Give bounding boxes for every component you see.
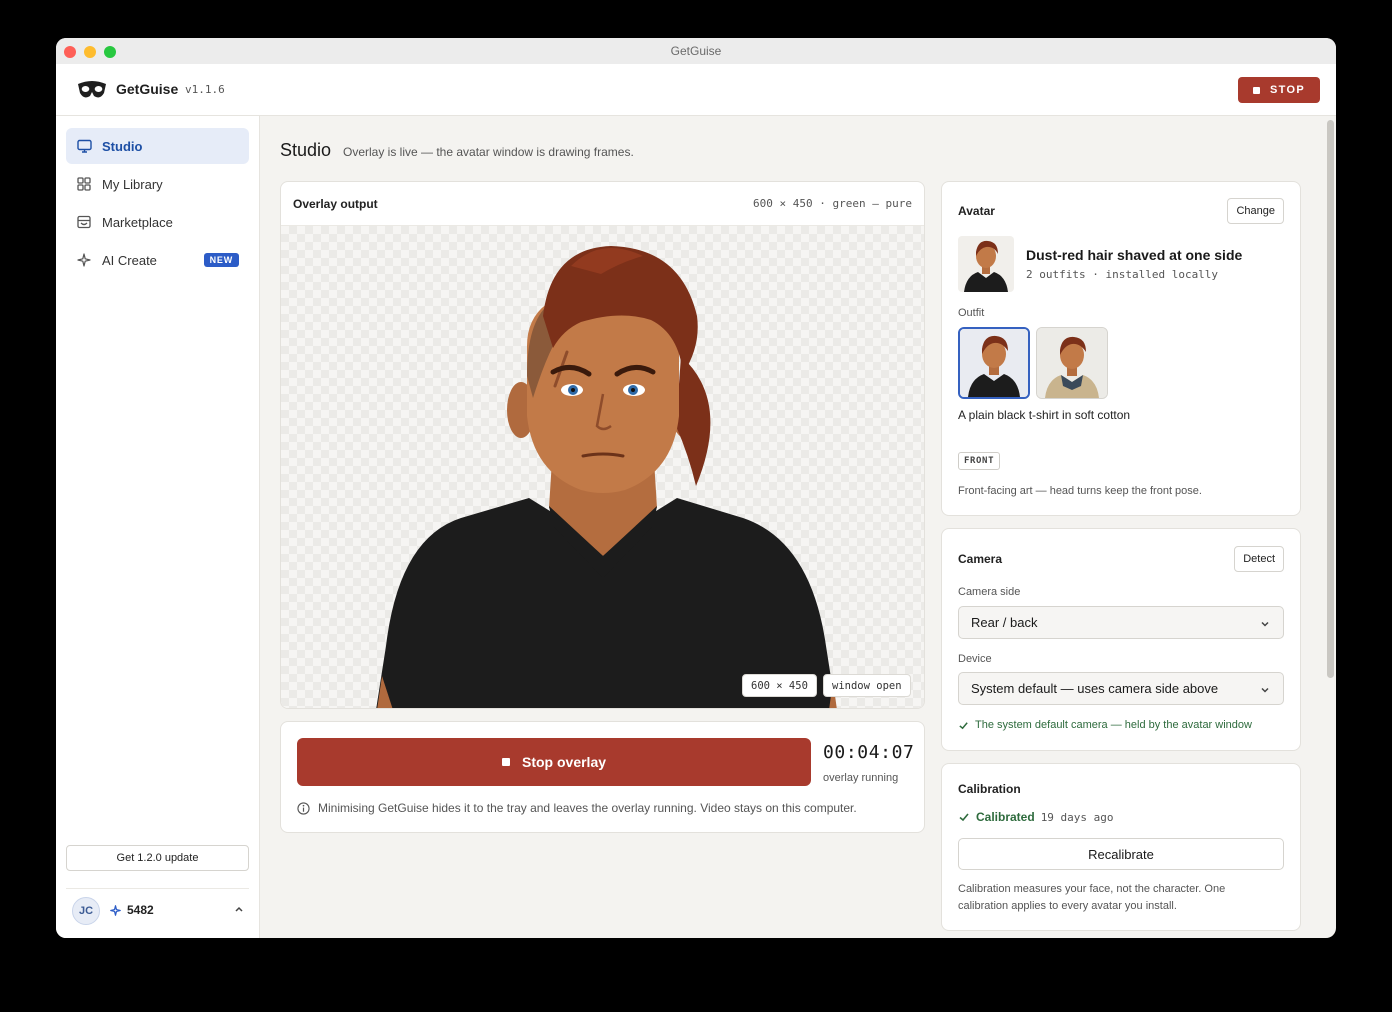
stop-button[interactable]: STOP xyxy=(1238,77,1320,103)
calibration-age: 19 days ago xyxy=(1040,810,1114,824)
camera-side-select[interactable]: Rear / back xyxy=(958,606,1284,639)
page-title: Studio xyxy=(280,140,332,160)
overlay-info-text: Minimising GetGuise hides it to the tray… xyxy=(318,801,857,815)
calibration-status: Calibrated 19 days ago xyxy=(958,810,1114,824)
close-window-button[interactable] xyxy=(64,46,76,58)
camera-status: The system default camera — held by the … xyxy=(958,719,1252,731)
camera-status-text: The system default camera — held by the … xyxy=(975,719,1252,731)
grid-icon xyxy=(76,176,92,192)
camera-heading: Camera xyxy=(958,552,1003,566)
stop-overlay-label: Stop overlay xyxy=(521,754,607,770)
mask-logo-icon xyxy=(78,81,106,98)
credits-sparkle-icon xyxy=(110,904,121,916)
title-bar: GetGuise xyxy=(56,38,1336,64)
overlay-preview: 600 × 450 window open xyxy=(281,226,924,708)
check-icon xyxy=(959,721,968,729)
device-label: Device xyxy=(958,653,992,665)
avatar-card: Avatar Change Dust-red hair shaved at on… xyxy=(941,181,1301,516)
overlay-control-card: Stop overlay 00:04:07 overlay running Mi… xyxy=(280,721,925,833)
app-header: GetGuise v1.1.6 STOP xyxy=(56,64,1336,116)
outfit-option-alt[interactable] xyxy=(1036,327,1108,399)
credits-value: 5482 xyxy=(127,903,154,917)
camera-device-select[interactable]: System default — uses camera side above xyxy=(958,672,1284,705)
camera-device-value: System default — uses camera side above xyxy=(971,681,1219,696)
calibration-heading: Calibration xyxy=(958,782,1021,796)
sidebar: Studio My Library Marketplace AI Create … xyxy=(56,116,260,938)
main-content: Studio Overlay is live — the avatar wind… xyxy=(260,116,1336,938)
minimize-window-button[interactable] xyxy=(84,46,96,58)
window-status-tag: window open xyxy=(823,674,911,697)
pose-tag: FRONT xyxy=(958,452,1001,470)
window-title: GetGuise xyxy=(670,44,722,58)
calibration-note: Calibration measures your face, not the … xyxy=(958,883,1226,912)
outfit-description: A plain black t-shirt in soft cotton xyxy=(958,408,1131,422)
credits-balance: 5482 xyxy=(110,903,154,917)
calibration-status-text: Calibrated xyxy=(976,810,1035,824)
detect-camera-button[interactable]: Detect xyxy=(1234,546,1284,572)
stop-square-icon xyxy=(501,758,510,766)
overlay-output-card: Overlay output 600 × 450 · green — pure xyxy=(280,181,925,709)
sidebar-item-ai-create[interactable]: AI Create NEW xyxy=(66,242,249,278)
avatar: JC xyxy=(72,897,100,925)
avatar-heading: Avatar xyxy=(958,204,995,218)
chevron-up-icon xyxy=(235,906,243,912)
sidebar-item-marketplace[interactable]: Marketplace xyxy=(66,204,249,240)
sidebar-item-my-library[interactable]: My Library xyxy=(66,166,249,202)
overlay-output-header: Overlay output 600 × 450 · green — pure xyxy=(281,182,924,226)
get-update-button[interactable]: Get 1.2.0 update xyxy=(66,845,249,871)
outfit-label: Outfit xyxy=(958,307,985,319)
sidebar-item-label: Studio xyxy=(102,138,143,154)
sparkle-icon xyxy=(76,252,92,268)
stop-square-icon xyxy=(1253,86,1261,94)
overlay-info-note: Minimising GetGuise hides it to the tray… xyxy=(297,801,857,815)
pose-description: Front-facing art — head turns keep the f… xyxy=(958,485,1202,497)
new-badge: NEW xyxy=(203,253,239,267)
check-icon xyxy=(959,813,969,822)
app-window: GetGuise GetGuise v1.1.6 STOP Studio My … xyxy=(56,38,1336,938)
avatar-meta: 2 outfits · installed locally xyxy=(1026,268,1219,281)
overlay-timer: 00:04:07 xyxy=(823,742,915,763)
info-icon xyxy=(297,801,310,815)
scrollbar-thumb[interactable] xyxy=(1327,120,1334,678)
camera-side-value: Rear / back xyxy=(971,615,1038,630)
calibration-card: Calibration Calibrated 19 days ago Recal… xyxy=(941,763,1301,931)
camera-card: Camera Detect Camera side Rear / back De… xyxy=(941,528,1301,751)
avatar-thumbnail xyxy=(958,236,1014,292)
avatar-name: Dust-red hair shaved at one side xyxy=(1026,247,1243,263)
store-icon xyxy=(76,214,92,230)
stop-overlay-button[interactable]: Stop overlay xyxy=(297,738,811,786)
overlay-timer-label: overlay running xyxy=(823,772,899,784)
sidebar-item-studio[interactable]: Studio xyxy=(66,128,249,164)
chevron-down-icon xyxy=(1261,621,1269,627)
stop-button-label: STOP xyxy=(1270,84,1305,96)
overlay-output-title: Overlay output xyxy=(293,197,378,211)
app-name: GetGuise xyxy=(116,81,179,97)
recalibrate-button[interactable]: Recalibrate xyxy=(958,838,1284,870)
overlay-output-meta: 600 × 450 · green — pure xyxy=(753,197,912,210)
camera-side-label: Camera side xyxy=(958,586,1021,598)
app-version: v1.1.6 xyxy=(185,83,225,96)
user-account-menu[interactable]: JC 5482 xyxy=(66,888,249,928)
change-avatar-button[interactable]: Change xyxy=(1227,198,1284,224)
monitor-icon xyxy=(76,138,92,154)
outfit-option-black-tshirt[interactable] xyxy=(958,327,1030,399)
avatar-character-image xyxy=(376,246,837,708)
page-subtitle: Overlay is live — the avatar window is d… xyxy=(343,145,634,159)
resolution-tag: 600 × 450 xyxy=(742,674,817,697)
chevron-down-icon xyxy=(1261,687,1269,693)
sidebar-item-label: Marketplace xyxy=(102,214,173,230)
sidebar-item-label: My Library xyxy=(102,176,163,192)
zoom-window-button[interactable] xyxy=(104,46,116,58)
sidebar-item-label: AI Create xyxy=(102,252,157,268)
main-scrollbar[interactable] xyxy=(1326,118,1334,938)
